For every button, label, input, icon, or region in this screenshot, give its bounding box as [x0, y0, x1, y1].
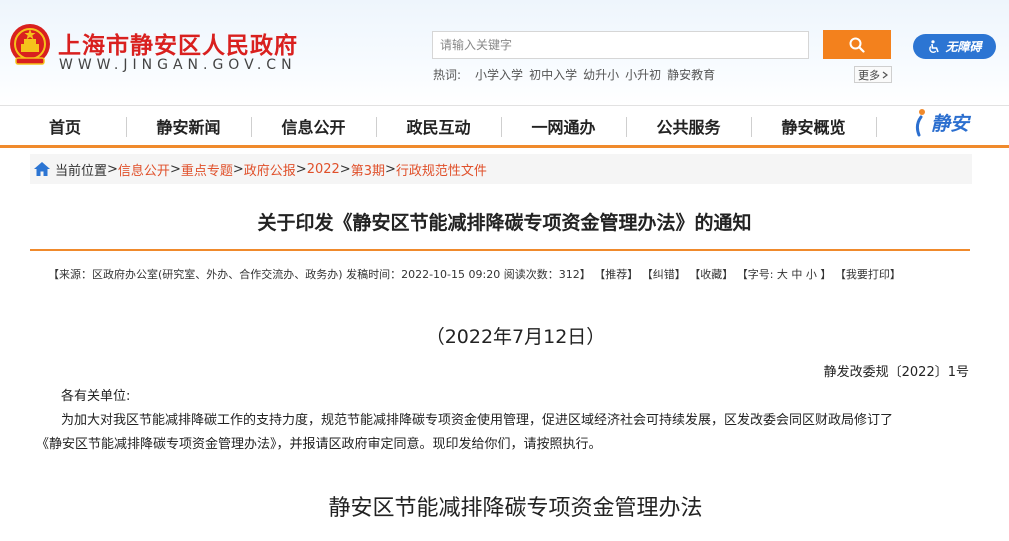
- nav-item-services-online[interactable]: 一网通办: [521, 106, 606, 146]
- wheelchair-icon: [929, 39, 940, 53]
- jingan-logo-icon: [915, 109, 925, 137]
- nav-item-home[interactable]: 首页: [25, 106, 105, 146]
- breadcrumb-link[interactable]: 重点专题: [181, 160, 233, 179]
- more-button-label: 更多: [858, 68, 880, 82]
- breadcrumb-label: 当前位置: [55, 163, 108, 179]
- national-emblem-icon[interactable]: [8, 22, 52, 68]
- nav-divider: [126, 117, 127, 137]
- font-size-large[interactable]: 大: [777, 268, 788, 281]
- favorite-link[interactable]: 【收藏】: [689, 268, 733, 281]
- nav-item-news[interactable]: 静安新闻: [146, 106, 231, 146]
- article-title: 关于印发《静安区节能减排降碳专项资金管理办法》的通知: [257, 212, 752, 234]
- nav-divider: [376, 117, 377, 137]
- document-number: 静发改委规〔2022〕1号: [823, 365, 969, 380]
- salutation: 各有关单位:: [61, 389, 131, 404]
- nav-item-interaction[interactable]: 政民互动: [396, 106, 481, 146]
- chevron-right-icon: [882, 71, 888, 78]
- recommend-link[interactable]: 【推荐】: [594, 268, 638, 281]
- nav-item-public-services[interactable]: 公共服务: [646, 106, 731, 146]
- nav-divider: [751, 117, 752, 137]
- nav-divider: [876, 117, 877, 137]
- font-size-end: 】: [820, 268, 832, 281]
- hot-keyword-link[interactable]: 小升初: [625, 66, 661, 83]
- article-meta: 【来源：区政府办公室(研究室、外办、合作交流办、政务办) 发稿时间：2022-1…: [48, 266, 901, 282]
- breadcrumb-link[interactable]: 行政规范性文件: [396, 160, 487, 179]
- article-source-info: 【来源：区政府办公室(研究室、外办、合作交流办、政务办) 发稿时间：2022-1…: [48, 268, 591, 281]
- site-header: 上海市静安区人民政府 WWW.JINGAN.GOV.CN 热词: 小学入学 初中…: [0, 0, 1009, 105]
- nav-divider: [501, 117, 502, 137]
- nav-item-info[interactable]: 信息公开: [271, 106, 356, 146]
- hot-keywords: 热词: 小学入学 初中入学 幼升小 小升初 静安教育: [433, 66, 715, 83]
- hot-keywords-label: 热词:: [433, 68, 462, 82]
- breadcrumb-link[interactable]: 信息公开: [118, 160, 170, 179]
- font-size-medium[interactable]: 中: [791, 268, 802, 281]
- breadcrumb-link[interactable]: 第3期: [351, 160, 385, 179]
- body-paragraph-line: 《静安区节能减排降碳专项资金管理办法》，并报请区政府审定同意。现印发给你们，请按…: [36, 437, 602, 452]
- site-title[interactable]: 上海市静安区人民政府: [58, 26, 298, 60]
- hot-keyword-link[interactable]: 初中入学: [529, 66, 577, 83]
- title-divider: [30, 249, 970, 251]
- breadcrumb-separator: >: [169, 161, 181, 177]
- breadcrumb-link[interactable]: 2022: [307, 162, 340, 177]
- body-paragraph-line: 为加大对我区节能减排降碳工作的支持力度，规范节能减排降碳专项资金使用管理，促进区…: [61, 413, 894, 428]
- accessibility-button[interactable]: 无障碍: [913, 34, 996, 59]
- hot-keyword-link[interactable]: 静安教育: [667, 66, 715, 83]
- nav-divider: [251, 117, 252, 137]
- document-subtitle: 静安区节能减排降碳专项资金管理办法: [328, 496, 703, 521]
- home-icon[interactable]: [33, 161, 51, 177]
- search-button[interactable]: [823, 30, 891, 59]
- article-date: （2022年7月12日）: [425, 326, 606, 348]
- font-size-label: 【字号:: [736, 268, 774, 281]
- main-nav: 首页 静安新闻 信息公开 政民互动 一网通办 公共服务 静安概览: [0, 105, 1009, 145]
- site-url: WWW.JINGAN.GOV.CN: [59, 57, 297, 73]
- breadcrumb: 当前位置 > 信息公开 > 重点专题 > 政府公报 > 2022 > 第3期 > 行政规范性…: [30, 154, 972, 184]
- breadcrumb-separator: >: [384, 161, 396, 177]
- print-link[interactable]: 【我要打印】: [835, 268, 901, 281]
- nav-item-overview[interactable]: 静安概览: [771, 106, 856, 146]
- nav-accent-bar: [0, 145, 1009, 148]
- jingan-logo-text: 静安: [931, 112, 970, 135]
- more-button[interactable]: 更多: [854, 66, 892, 83]
- accessibility-label: 无障碍: [945, 40, 982, 54]
- font-size-small[interactable]: 小: [806, 268, 817, 281]
- search-input[interactable]: [432, 31, 809, 59]
- correct-link[interactable]: 【纠错】: [642, 268, 686, 281]
- breadcrumb-link[interactable]: 政府公报: [244, 160, 296, 179]
- breadcrumb-separator: >: [107, 161, 118, 177]
- breadcrumb-separator: >: [232, 161, 244, 177]
- breadcrumb-separator: >: [295, 161, 307, 177]
- hot-keyword-link[interactable]: 幼升小: [583, 66, 619, 83]
- hot-keyword-link[interactable]: 小学入学: [475, 66, 523, 83]
- jingan-logo[interactable]: 静安: [911, 107, 969, 137]
- nav-divider: [626, 117, 627, 137]
- breadcrumb-separator: >: [339, 161, 351, 177]
- search-icon: [849, 37, 865, 53]
